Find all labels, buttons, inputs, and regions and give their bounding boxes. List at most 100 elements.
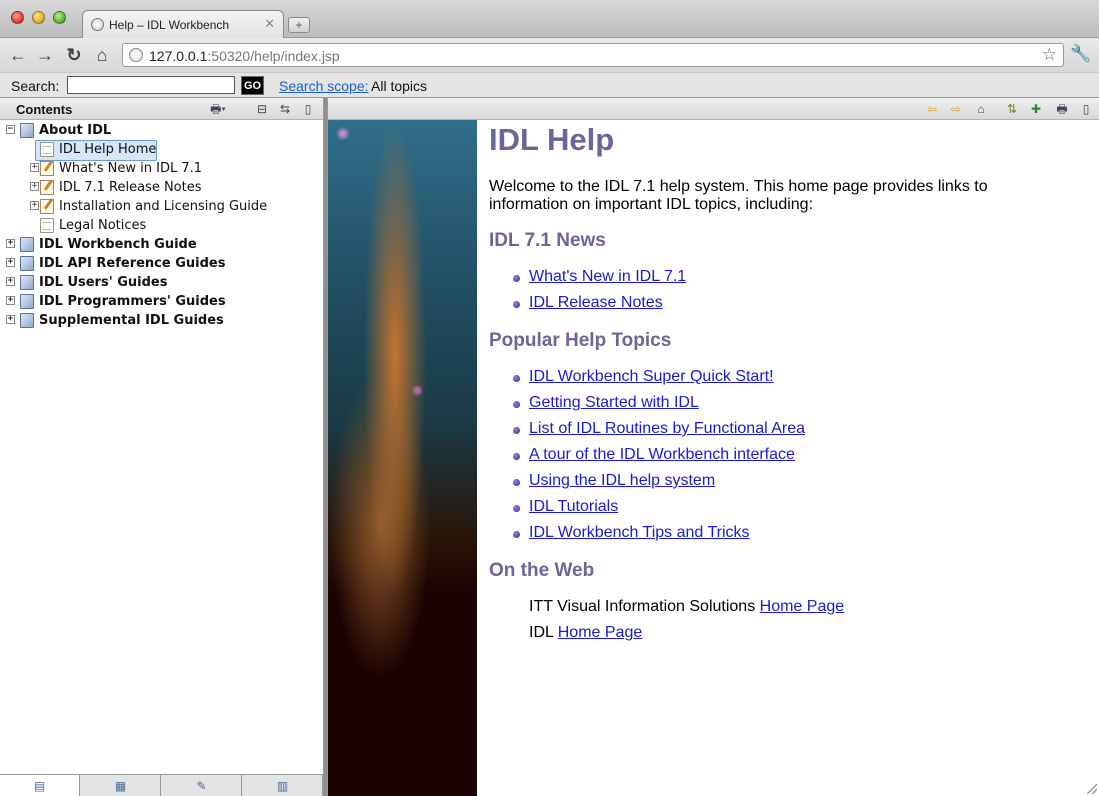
collapse-all-icon[interactable]: ⊟: [254, 101, 270, 117]
contents-header: Contents 🖶▾ ⊟ ⇆ ▯: [0, 98, 323, 120]
bullet-icon: [513, 479, 520, 486]
search-scope-link[interactable]: Search scope:: [279, 78, 369, 94]
wrench-icon[interactable]: 🔧: [1070, 44, 1091, 64]
home-icon[interactable]: ⌂: [91, 44, 113, 66]
web-line-text: ITT Visual Information Solutions: [529, 598, 760, 615]
expand-icon[interactable]: +: [30, 182, 39, 191]
expand-icon[interactable]: +: [30, 163, 39, 172]
tree-item[interactable]: + Supplemental IDL Guides: [0, 312, 320, 331]
tree-item-label: IDL API Reference Guides: [39, 256, 226, 271]
bookmark-add-icon[interactable]: ✚: [1028, 101, 1044, 117]
bookmark-star-icon[interactable]: ☆: [1042, 45, 1057, 65]
help-topic-link[interactable]: IDL Tutorials: [529, 498, 618, 516]
contents-title: Contents: [16, 102, 73, 117]
tree-item-label: IDL Help Home: [59, 142, 157, 157]
minimize-window-button[interactable]: [32, 11, 45, 24]
news-heading: IDL 7.1 News: [489, 230, 606, 251]
browser-tab[interactable]: Help – IDL Workbench ✕: [82, 10, 284, 38]
forward-arrow-icon[interactable]: →: [34, 44, 56, 66]
tree-item[interactable]: + Installation and Licensing Guide: [0, 198, 320, 217]
tab-contents-icon[interactable]: ▤: [0, 775, 80, 796]
search-label: Search:: [11, 78, 60, 94]
help-topic-link[interactable]: IDL Release Notes: [529, 294, 663, 312]
reload-icon[interactable]: ↻: [63, 44, 85, 66]
bullet-icon: [513, 375, 520, 382]
note-icon: [40, 161, 54, 176]
tree-item[interactable]: − About IDL: [0, 122, 320, 141]
content-pane: ⇦ ⇨ ⌂ ⇅ ✚ 🖶 ▯ IDL Help Welcome to the ID…: [327, 98, 1099, 796]
resize-grip[interactable]: [1087, 784, 1097, 794]
tree-item-label: IDL 7.1 Release Notes: [59, 180, 202, 195]
show-in-contents-icon[interactable]: ⇅: [1004, 101, 1020, 117]
expand-icon[interactable]: +: [6, 315, 15, 324]
home-page-link[interactable]: Home Page: [760, 598, 845, 615]
book-icon: [20, 123, 34, 138]
help-topic-link[interactable]: What's New in IDL 7.1: [529, 268, 686, 286]
tab-search-results-icon[interactable]: ✎: [162, 775, 242, 796]
popular-heading: Popular Help Topics: [489, 330, 672, 351]
help-topic-link[interactable]: Using the IDL help system: [529, 472, 715, 490]
help-topic-link[interactable]: IDL Workbench Tips and Tricks: [529, 524, 750, 542]
tab-title: Help – IDL Workbench: [109, 18, 230, 32]
web-line: IDL Home Page: [529, 624, 642, 642]
expand-icon[interactable]: +: [6, 239, 15, 248]
tree-item[interactable]: + IDL Programmers' Guides: [0, 293, 320, 312]
collapse-icon[interactable]: −: [6, 125, 15, 134]
home-page-link[interactable]: Home Page: [558, 624, 643, 641]
web-line-text: IDL: [529, 624, 558, 641]
forward-icon[interactable]: ⇨: [948, 101, 964, 117]
close-window-button[interactable]: [11, 11, 24, 24]
expand-icon[interactable]: +: [6, 258, 15, 267]
go-button[interactable]: GO: [241, 76, 264, 95]
help-topic-link[interactable]: A tour of the IDL Workbench interface: [529, 446, 795, 464]
tree-item-label: Supplemental IDL Guides: [39, 313, 224, 328]
new-tab-button[interactable]: +: [288, 17, 310, 33]
tree-item[interactable]: + IDL Workbench Guide: [0, 236, 320, 255]
bullet-icon: [513, 453, 520, 460]
address-bar[interactable]: 127.0.0.1:50320/help/index.jsp ☆: [122, 43, 1064, 67]
window-titlebar: Help – IDL Workbench ✕ +: [0, 0, 1099, 38]
site-info-icon: [129, 48, 143, 62]
expand-icon[interactable]: +: [6, 296, 15, 305]
help-search-bar: Search: GO Search scope: All topics: [0, 72, 1099, 98]
tree-item[interactable]: + IDL 7.1 Release Notes: [0, 179, 320, 198]
home-icon[interactable]: ⌂: [973, 101, 989, 117]
navigation-tabs: ▤ ▦ ✎ ▥: [0, 774, 323, 796]
url-text: 127.0.0.1:50320/help/index.jsp: [149, 48, 340, 64]
book-icon: [20, 256, 34, 271]
tab-bookmarks-icon[interactable]: ▥: [243, 775, 323, 796]
help-topic-link[interactable]: Getting Started with IDL: [529, 394, 699, 412]
back-icon[interactable]: ⇦: [924, 101, 940, 117]
note-icon: [40, 180, 54, 195]
print-menu-icon[interactable]: 🖶▾: [210, 101, 226, 117]
tab-close-icon[interactable]: ✕: [264, 16, 275, 32]
page-icon: [40, 218, 54, 233]
maximize-pane-icon[interactable]: ▯: [300, 101, 316, 117]
expand-icon[interactable]: +: [6, 277, 15, 286]
intro-text: Welcome to the IDL 7.1 help system. This…: [489, 178, 988, 213]
expand-icon[interactable]: +: [30, 201, 39, 210]
tree-item[interactable]: IDL Help Home: [0, 141, 320, 160]
search-input[interactable]: [67, 76, 235, 94]
tab-index-icon[interactable]: ▦: [81, 775, 161, 796]
bullet-icon: [513, 275, 520, 282]
print-icon[interactable]: 🖶: [1054, 101, 1070, 117]
help-topic-link[interactable]: List of IDL Routines by Functional Area: [529, 420, 805, 438]
help-topic-link[interactable]: IDL Workbench Super Quick Start!: [529, 368, 774, 386]
globe-icon: [91, 18, 104, 31]
link-with-contents-icon[interactable]: ⇆: [277, 101, 293, 117]
tree-item[interactable]: + IDL API Reference Guides: [0, 255, 320, 274]
book-icon: [20, 294, 34, 309]
tree-item-label: Installation and Licensing Guide: [59, 199, 268, 214]
note-icon: [40, 199, 54, 214]
maximize-icon[interactable]: ▯: [1078, 101, 1094, 117]
browser-toolbar: ← → ↻ ⌂ 127.0.0.1:50320/help/index.jsp ☆: [0, 38, 1099, 72]
tree-item[interactable]: Legal Notices: [0, 217, 320, 236]
zoom-window-button[interactable]: [53, 11, 66, 24]
search-scope-value: All topics: [371, 78, 428, 94]
bullet-icon: [513, 505, 520, 512]
bullet-icon: [513, 301, 520, 308]
tree-item[interactable]: + What's New in IDL 7.1: [0, 160, 320, 179]
back-arrow-icon[interactable]: ←: [7, 44, 29, 66]
tree-item[interactable]: + IDL Users' Guides: [0, 274, 320, 293]
